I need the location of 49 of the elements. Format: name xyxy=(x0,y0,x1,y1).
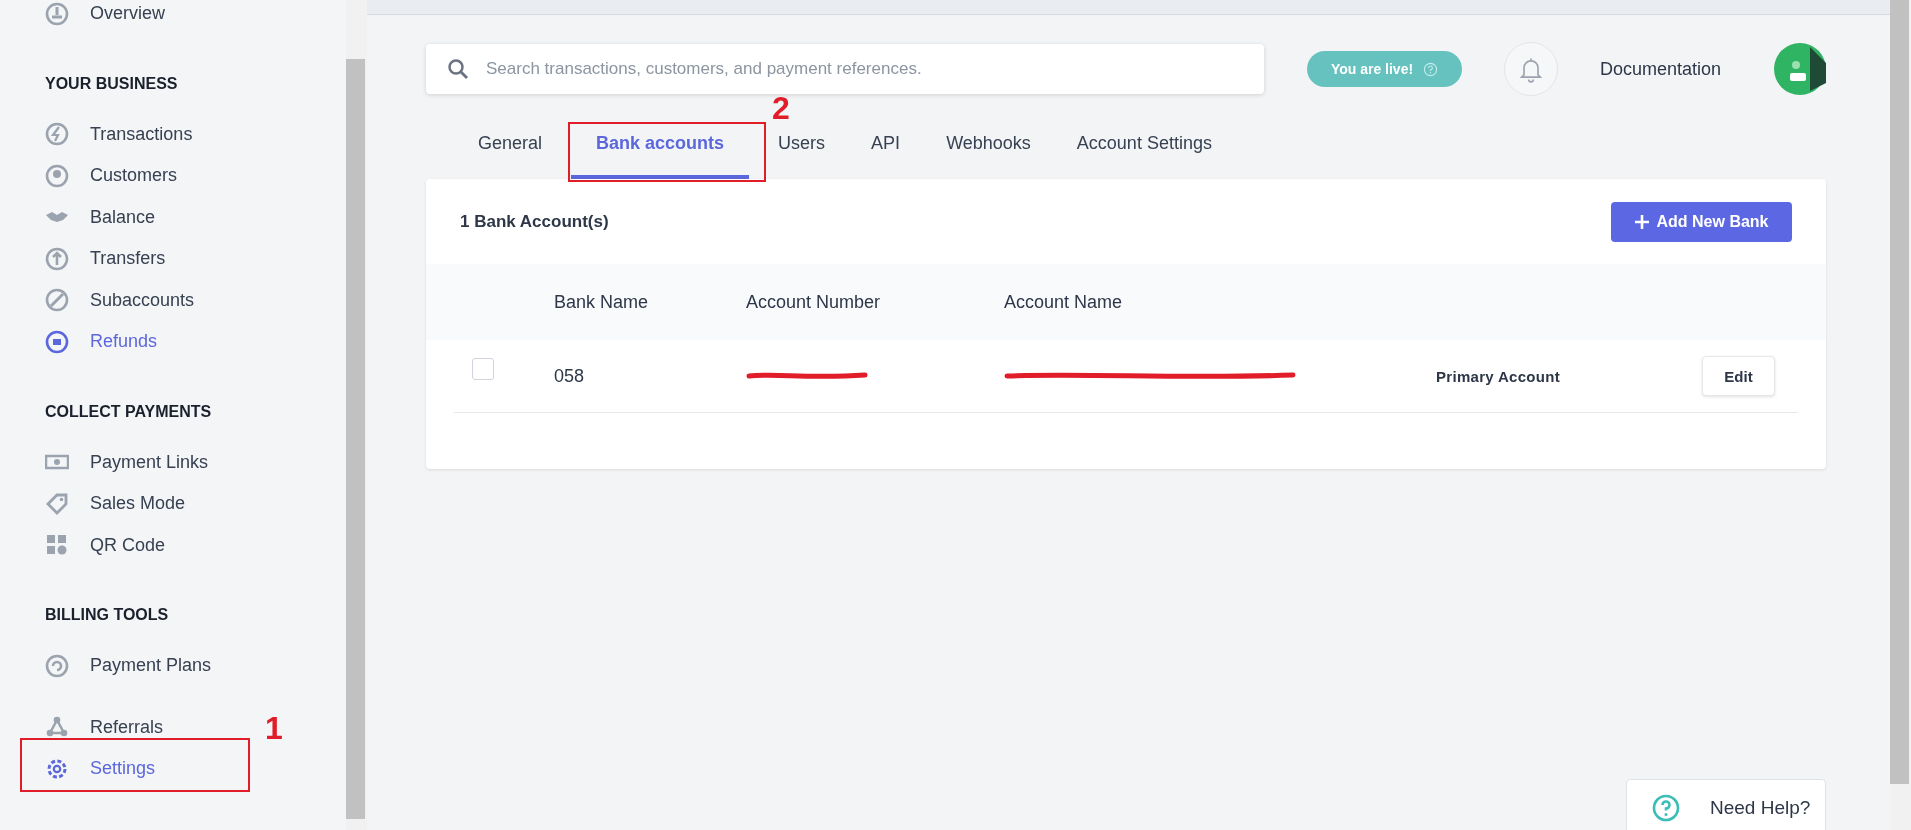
annotation-number: 2 xyxy=(772,92,790,124)
sidebar-item[interactable]: Payment Links xyxy=(45,441,209,483)
bolt-icon xyxy=(45,122,69,147)
table-cell-text: 058 xyxy=(554,365,586,387)
sidebar-item[interactable]: Customers xyxy=(45,155,178,197)
tab[interactable]: General xyxy=(461,111,560,179)
annotation-number: 1 xyxy=(265,712,283,744)
card-title: 1 Bank Account(s) xyxy=(460,211,609,232)
section-heading: YOUR BUSINESS xyxy=(45,74,178,93)
sidebar-item[interactable]: Transactions xyxy=(45,113,193,155)
column-header: Account Name xyxy=(1004,291,1124,313)
sidebar-item[interactable]: Overview xyxy=(45,0,165,35)
slash-icon xyxy=(45,288,69,313)
avatar-icon[interactable] xyxy=(1774,43,1827,95)
sidebar-item[interactable]: Sales Mode xyxy=(45,483,186,525)
sidebar-item[interactable]: Transfers xyxy=(45,238,166,280)
help-icon xyxy=(1652,794,1680,822)
tag-icon xyxy=(45,491,69,516)
sidebar-item[interactable]: Balance xyxy=(45,196,156,238)
sidebar-item[interactable]: Refunds xyxy=(45,321,158,363)
sidebar-item[interactable]: Payment Plans xyxy=(45,645,212,687)
documentation-link[interactable]: Documentation xyxy=(1600,58,1722,80)
search-field[interactable]: Search transactions, customers, and payment references. xyxy=(426,44,1264,94)
cycle-icon xyxy=(45,653,69,678)
gauge-icon xyxy=(45,1,69,26)
plus-icon xyxy=(1634,213,1651,230)
checkbox[interactable] xyxy=(472,357,494,380)
help-icon xyxy=(1423,61,1439,77)
people-icon xyxy=(45,163,69,188)
upload-icon xyxy=(45,246,69,271)
sidebar-item[interactable]: Settings xyxy=(45,748,156,790)
section-heading: COLLECT PAYMENTS xyxy=(45,402,212,421)
column-header: Account Number xyxy=(746,291,882,313)
notification-button[interactable] xyxy=(1504,42,1558,96)
tab[interactable]: API xyxy=(854,111,918,179)
add-bank-button[interactable]: Add New Bank xyxy=(1611,201,1792,242)
column-header: Bank Name xyxy=(554,291,650,313)
search-icon xyxy=(446,57,470,81)
status-label: Primary Account xyxy=(1436,367,1561,385)
sidebar-item[interactable]: Subaccounts xyxy=(45,279,195,321)
sidebar-item[interactable]: QR Code xyxy=(45,524,166,566)
scrollbar[interactable] xyxy=(346,0,367,830)
tab[interactable]: Account Settings xyxy=(1059,111,1229,179)
sidebar-item[interactable]: Referrals xyxy=(45,706,164,748)
edit-button[interactable]: Edit xyxy=(1702,356,1775,396)
scrollbar[interactable] xyxy=(1890,0,1911,830)
tab[interactable]: Webhooks xyxy=(929,111,1048,179)
help-widget[interactable]: Need Help? xyxy=(1626,779,1826,830)
section-heading: BILLING TOOLS xyxy=(45,606,169,624)
